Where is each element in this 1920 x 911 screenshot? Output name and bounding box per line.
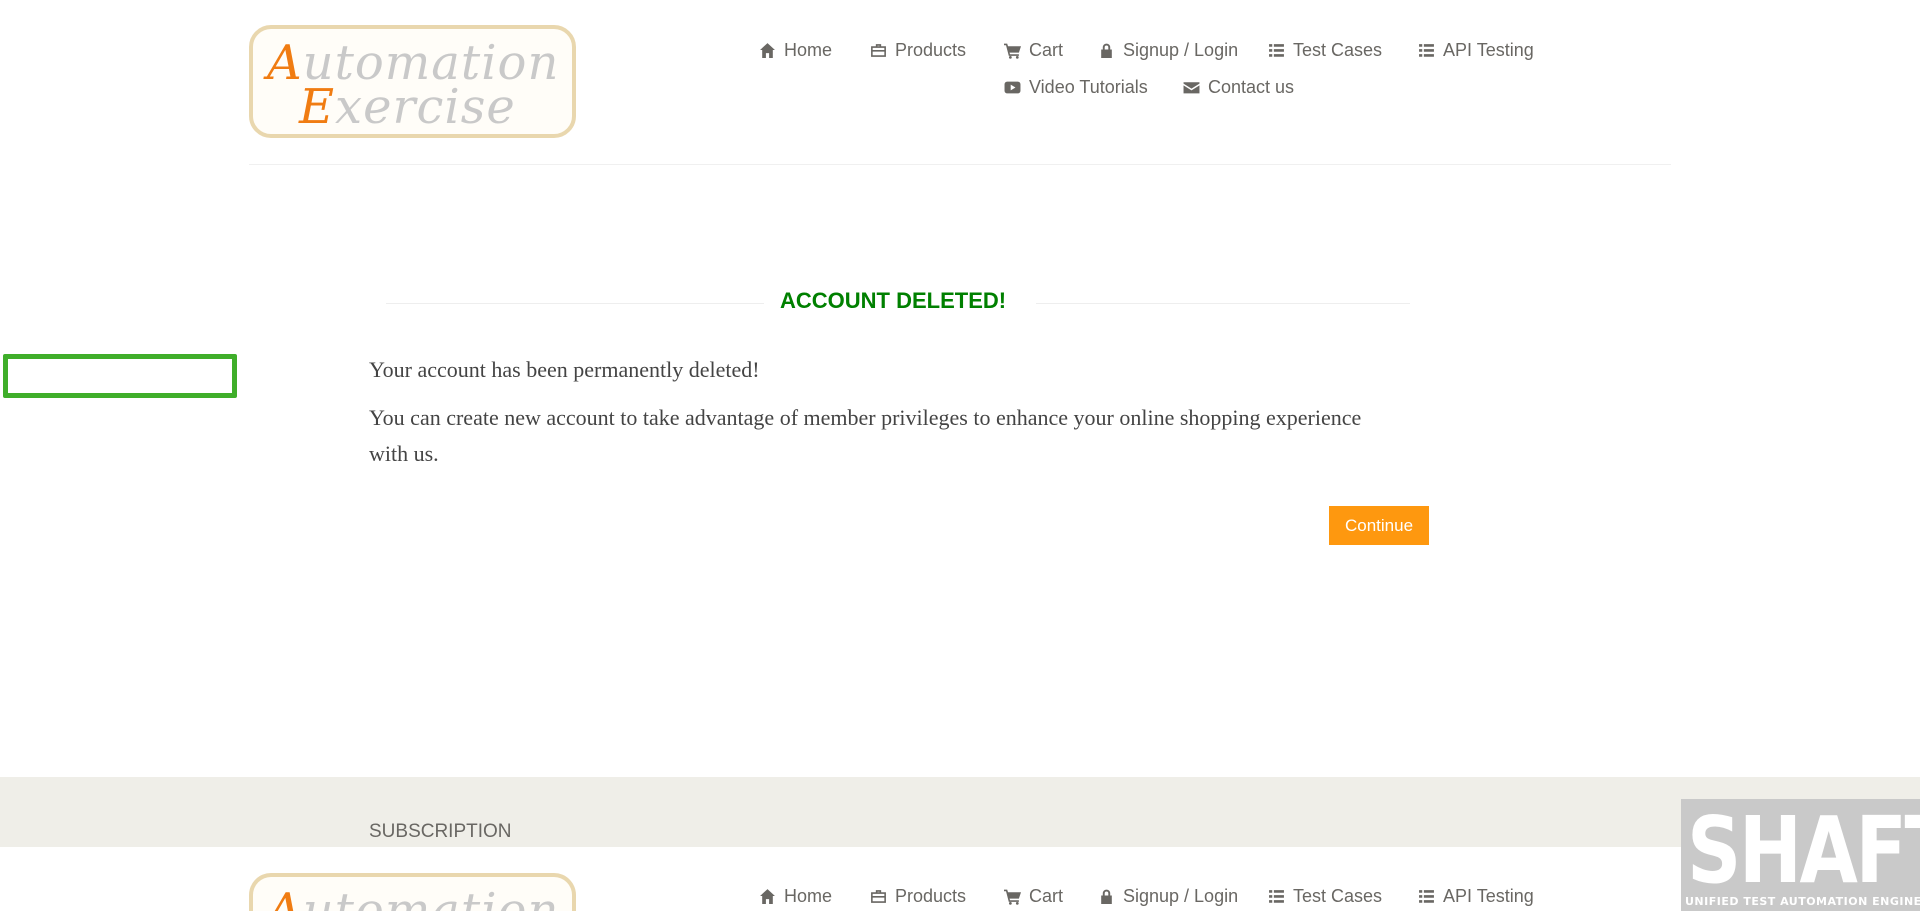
nav-api-testing[interactable]: API Testing bbox=[1418, 886, 1534, 907]
page-title: ACCOUNT DELETED! bbox=[780, 288, 1007, 313]
nav-label: Contact us bbox=[1208, 77, 1295, 97]
list-icon bbox=[1419, 44, 1434, 57]
nav-home[interactable]: Home bbox=[759, 886, 832, 907]
header-divider bbox=[249, 164, 1671, 165]
subscription-heading: SUBSCRIPTION bbox=[369, 821, 512, 842]
watermark-tagline: UNIFIED TEST AUTOMATION ENGINE bbox=[1685, 895, 1920, 908]
title-divider-left bbox=[386, 303, 764, 304]
home-icon bbox=[760, 889, 775, 904]
nav-label: Signup / Login bbox=[1123, 40, 1239, 60]
nav-home[interactable]: Home bbox=[759, 40, 832, 61]
nav-products[interactable]: Products bbox=[870, 886, 966, 907]
nav-signup-login[interactable]: Signup / Login bbox=[1098, 886, 1238, 907]
site-header: Automation Exercise Home Products Cart S… bbox=[0, 0, 1920, 166]
nav-products[interactable]: Products bbox=[870, 40, 966, 61]
footer-subscription-band: SUBSCRIPTION bbox=[0, 777, 1920, 847]
briefcase-icon bbox=[871, 890, 886, 903]
watermark-title: SHAFT bbox=[1687, 799, 1920, 904]
logo-text: utomation bbox=[302, 883, 560, 911]
nav-label: Test Cases bbox=[1293, 886, 1383, 906]
nav-label: Test Cases bbox=[1293, 40, 1383, 60]
logo-text-cap: A bbox=[267, 883, 303, 911]
nav-label: Home bbox=[784, 40, 833, 60]
home-icon bbox=[760, 43, 775, 58]
continue-button[interactable]: Continue bbox=[1329, 506, 1429, 545]
nav-label: API Testing bbox=[1443, 886, 1534, 906]
cart-icon bbox=[1004, 43, 1021, 59]
nav-test-cases[interactable]: Test Cases bbox=[1268, 40, 1382, 61]
nav-label: API Testing bbox=[1443, 40, 1534, 60]
list-icon bbox=[1419, 890, 1434, 903]
lock-icon bbox=[1101, 43, 1112, 58]
youtube-play-icon bbox=[1004, 81, 1021, 94]
nav-video-tutorials[interactable]: Video Tutorials bbox=[1004, 77, 1148, 98]
deleted-message: Your account has been permanently delete… bbox=[369, 357, 760, 382]
nav-label: Cart bbox=[1029, 40, 1064, 60]
nav-api-testing[interactable]: API Testing bbox=[1418, 40, 1534, 61]
nav-label: Signup / Login bbox=[1123, 886, 1239, 906]
lock-icon bbox=[1101, 889, 1112, 904]
main-nav: Home Products Cart Signup / Login Test C… bbox=[0, 35, 1920, 115]
site-logo[interactable]: Automation bbox=[249, 873, 576, 911]
list-icon bbox=[1269, 44, 1284, 57]
nav-label: Cart bbox=[1029, 886, 1064, 906]
cart-icon bbox=[1004, 889, 1021, 905]
nav-contact-us[interactable]: Contact us bbox=[1183, 77, 1294, 98]
nav-cart[interactable]: Cart bbox=[1004, 886, 1063, 907]
nav-cart[interactable]: Cart bbox=[1004, 40, 1063, 61]
repeated-header: Automation Home Products Cart Signup / L… bbox=[0, 847, 1920, 911]
privileges-message: You can create new account to take advan… bbox=[369, 405, 1362, 466]
nav-label: Products bbox=[895, 886, 967, 906]
shaft-watermark-logo: SHAFT UNIFIED TEST AUTOMATION ENGINE bbox=[1681, 799, 1920, 911]
nav-signup-login[interactable]: Signup / Login bbox=[1098, 40, 1238, 61]
envelope-icon bbox=[1183, 82, 1200, 94]
element-highlight-box bbox=[3, 354, 237, 398]
list-icon bbox=[1269, 890, 1284, 903]
nav-label: Video Tutorials bbox=[1029, 77, 1148, 97]
title-divider-right bbox=[1036, 303, 1410, 304]
briefcase-icon bbox=[871, 44, 886, 57]
nav-test-cases[interactable]: Test Cases bbox=[1268, 886, 1382, 907]
nav-label: Products bbox=[895, 40, 967, 60]
nav-label: Home bbox=[784, 886, 833, 906]
